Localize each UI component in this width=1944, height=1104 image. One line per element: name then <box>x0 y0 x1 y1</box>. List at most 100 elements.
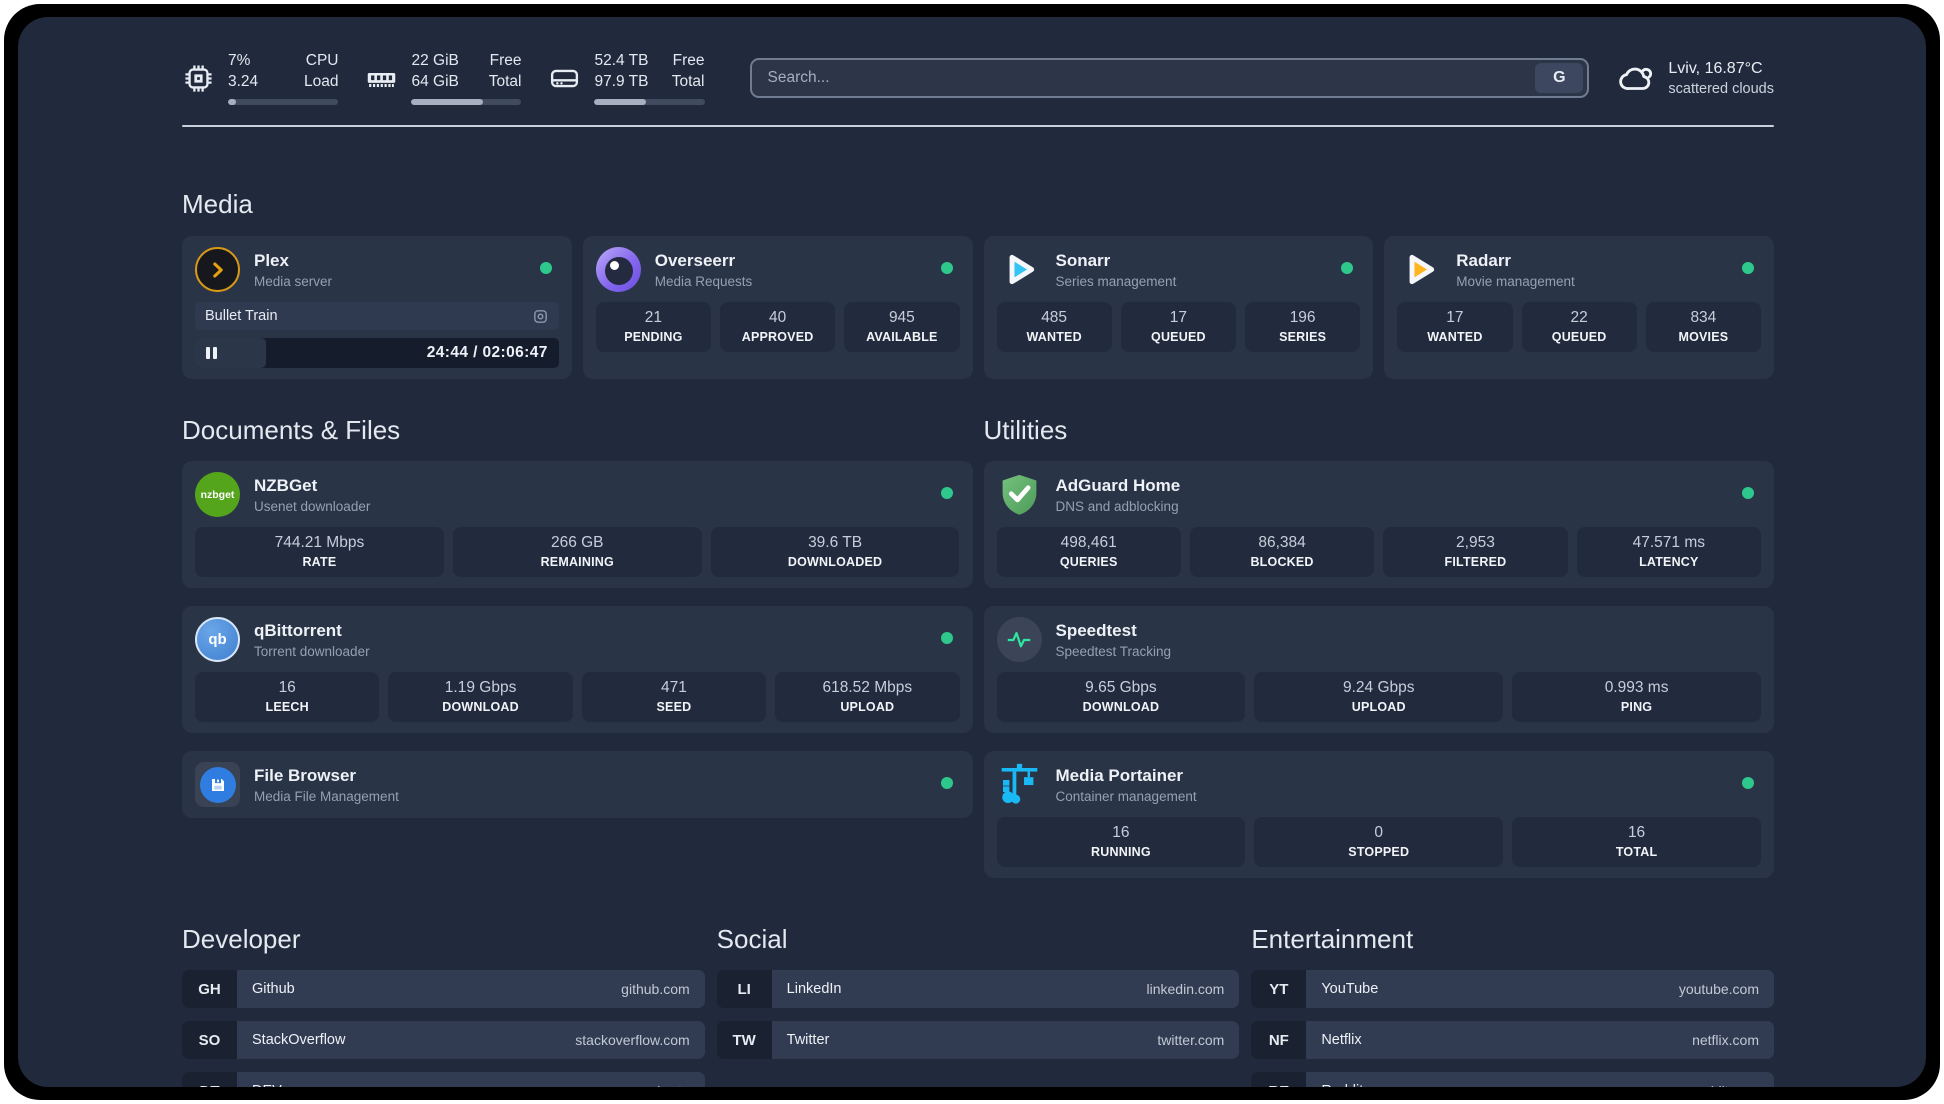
now-playing-title: Bullet Train <box>205 308 278 324</box>
status-online-dot <box>940 487 953 499</box>
ram-stat-group: 22 GiB 64 GiB Free Total <box>365 51 522 105</box>
app-name: Plex <box>254 250 289 270</box>
link-name: LinkedIn <box>786 981 842 997</box>
media-cards-row: Plex Media server Bullet Train 24:44 / 0… <box>182 236 1774 379</box>
qbittorrent-card[interactable]: qb qBittorrent Torrent downloader 16 LEEC… <box>182 606 973 733</box>
entertainment-links-column: Entertainment YT YouTube youtube.com NF N… <box>1251 924 1774 1087</box>
radarr-card[interactable]: Radarr Movie management 17 WANTED 22 QUEUE… <box>1384 236 1774 379</box>
stat-box: 744.21 Mbps RATE <box>195 527 444 577</box>
app-description: Usenet downloader <box>254 498 371 514</box>
qbittorrent-icon: qb <box>195 617 240 662</box>
link-abbr: YT <box>1251 970 1307 1008</box>
app-name: qBittorrent <box>254 620 342 640</box>
pause-icon[interactable] <box>206 347 217 359</box>
section-title-utilities: Utilities <box>983 415 1068 445</box>
link-netflix[interactable]: NF Netflix netflix.com <box>1251 1021 1774 1059</box>
ram-total-label: Total <box>488 73 522 90</box>
link-github[interactable]: GH Github github.com <box>182 970 705 1008</box>
disk-total-value: 97.9 TB <box>594 73 649 90</box>
stat-box: 471 SEED <box>581 672 767 722</box>
link-name: Netflix <box>1321 1032 1362 1048</box>
link-reddit[interactable]: RE Reddit reddit.com <box>1251 1072 1774 1087</box>
stat-box: 40 APPROVED <box>720 302 836 352</box>
link-url: twitter.com <box>1157 1032 1225 1048</box>
disk-progress-bar <box>594 98 705 105</box>
stat-box: 39.6 TB DOWNLOADED <box>710 527 960 577</box>
app-description: DNS and adblocking <box>1055 498 1179 514</box>
cpu-usage-value: 7% <box>228 52 251 70</box>
app-name: Radarr <box>1456 250 1512 270</box>
link-name: Reddit <box>1321 1083 1363 1087</box>
ram-total-value: 64 GiB <box>411 73 459 90</box>
nzbget-card[interactable]: nzbget NZBGet Usenet downloader 744.21 M… <box>182 461 973 588</box>
disk-free-value: 52.4 TB <box>594 52 649 70</box>
cpu-stat-group: 7% 3.24 CPU Load <box>182 51 339 105</box>
app-description: Container management <box>1055 788 1197 804</box>
link-url: youtube.com <box>1678 981 1759 997</box>
app-name: NZBGet <box>254 475 318 495</box>
overseerr-icon <box>595 247 641 292</box>
speedtest-icon <box>996 617 1042 662</box>
stat-box: 9.65 Gbps DOWNLOAD <box>996 672 1246 722</box>
app-name: Media Portainer <box>1055 765 1184 785</box>
search-bar: G <box>749 58 1590 98</box>
filebrowser-icon <box>195 762 240 807</box>
now-playing-bar: Bullet Train <box>195 302 559 330</box>
app-description: Series management <box>1055 273 1177 289</box>
documents-column: Documents & Files nzbget NZBGet Usenet d… <box>182 415 973 878</box>
section-title-developer: Developer <box>182 924 301 954</box>
stat-box: 0.993 ms PING <box>1512 672 1761 722</box>
weather-location-temp: Lviv, 16.87°C <box>1668 59 1763 77</box>
disk-total-label: Total <box>671 73 705 90</box>
disk-stat-group: 52.4 TB 97.9 TB Free Total <box>548 51 705 105</box>
sonarr-card[interactable]: Sonarr Series management 485 WANTED 17 QUE… <box>983 236 1374 379</box>
social-links-column: Social LI LinkedIn linkedin.com TW Twitte… <box>716 924 1240 1087</box>
status-online-dot <box>940 632 953 644</box>
app-name: Speedtest <box>1055 620 1137 640</box>
stat-box: 485 WANTED <box>996 302 1112 352</box>
app-description: Speedtest Tracking <box>1055 643 1172 659</box>
stat-box: 47.571 ms LATENCY <box>1576 527 1761 577</box>
link-dev[interactable]: DT DEV dev.to <box>182 1072 705 1087</box>
link-name: Github <box>252 981 295 997</box>
adguard-card[interactable]: AdGuard Home DNS and adblocking 498,461 Q… <box>983 461 1774 588</box>
speedtest-card[interactable]: Speedtest Speedtest Tracking 9.65 Gbps DO… <box>983 606 1774 733</box>
status-online-dot <box>1742 262 1754 274</box>
app-description: Media server <box>254 273 333 289</box>
link-url: dev.to <box>653 1083 690 1087</box>
status-online-dot <box>539 262 552 274</box>
disk-icon <box>551 69 579 87</box>
stat-box: 21 PENDING <box>595 302 711 352</box>
portainer-icon <box>997 762 1042 807</box>
link-abbr: GH <box>182 970 237 1008</box>
stat-box: 266 GB REMAINING <box>452 527 702 577</box>
status-online-dot <box>940 262 953 274</box>
sonarr-icon <box>997 247 1042 292</box>
portainer-card[interactable]: Media Portainer Container management 16 R… <box>983 751 1774 878</box>
ram-icon <box>368 72 396 87</box>
filebrowser-card[interactable]: File Browser Media File Management <box>182 751 973 818</box>
adguard-icon <box>997 472 1042 517</box>
stat-box: 86,384 BLOCKED <box>1189 527 1375 577</box>
header-divider <box>182 125 1774 127</box>
playback-time: 24:44 / 02:06:47 <box>426 344 548 361</box>
link-url: linkedin.com <box>1146 981 1225 997</box>
search-engine-button[interactable]: G <box>1535 63 1584 93</box>
stat-box: 22 QUEUED <box>1521 302 1637 352</box>
link-abbr: DT <box>182 1072 237 1087</box>
cpu-load-label: Load <box>304 73 339 90</box>
section-title-social: Social <box>716 924 788 954</box>
search-input[interactable] <box>765 68 1536 88</box>
link-abbr: SO <box>182 1021 237 1059</box>
app-name: AdGuard Home <box>1055 475 1181 495</box>
section-title-entertainment: Entertainment <box>1251 924 1414 954</box>
link-stackoverflow[interactable]: SO StackOverflow stackoverflow.com <box>182 1021 705 1059</box>
link-twitter[interactable]: TW Twitter twitter.com <box>716 1021 1240 1059</box>
app-name: Overseerr <box>654 250 736 270</box>
plex-card[interactable]: Plex Media server Bullet Train 24:44 / 0… <box>182 236 572 379</box>
utilities-column: Utilities AdGuard Home DNS and adblockin… <box>983 415 1774 878</box>
overseerr-card[interactable]: Overseerr Media Requests 21 PENDING 40 APP… <box>582 236 973 379</box>
link-linkedin[interactable]: LI LinkedIn linkedin.com <box>716 970 1240 1008</box>
link-abbr: NF <box>1251 1021 1307 1059</box>
link-youtube[interactable]: YT YouTube youtube.com <box>1251 970 1774 1008</box>
